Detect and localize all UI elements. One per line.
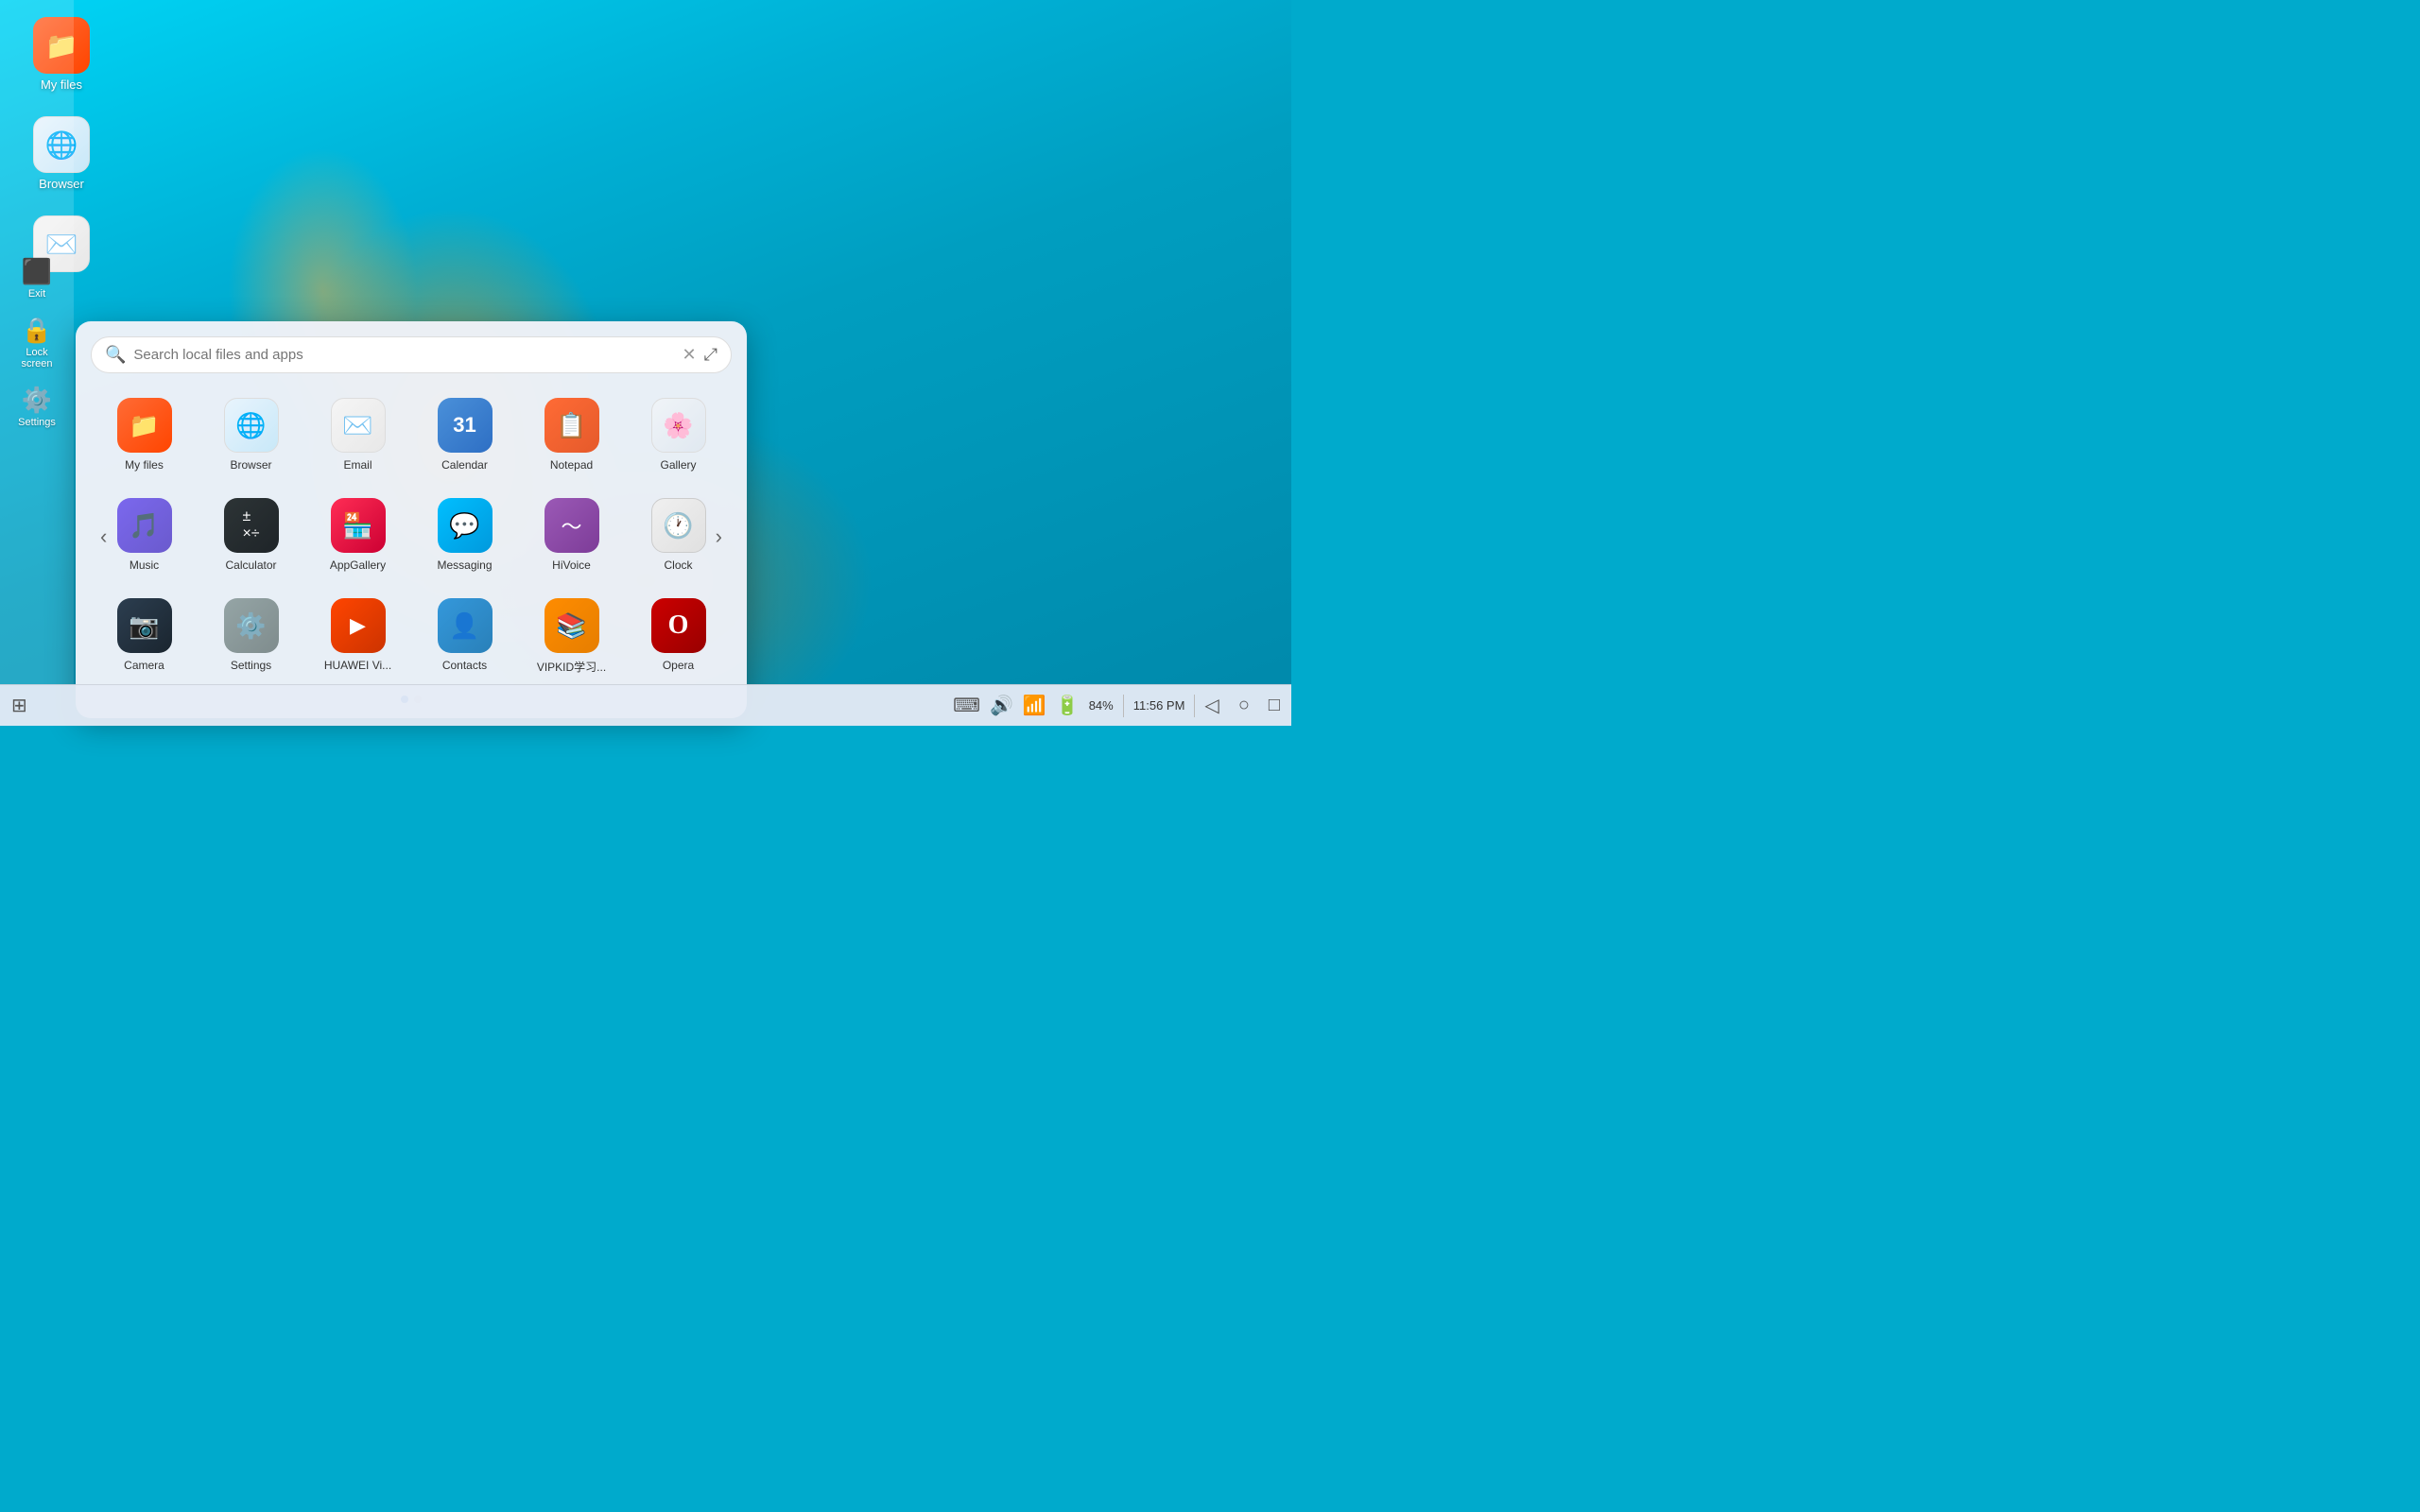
- clock-app-label: Clock: [664, 558, 692, 572]
- battery-icon: 🔋: [1056, 694, 1080, 717]
- app-calendar[interactable]: 31 Calendar: [415, 388, 514, 481]
- app-vipkid[interactable]: 📚 VIPKID学习...: [522, 589, 621, 684]
- camera-app-label: Camera: [124, 659, 164, 672]
- keyboard-icon[interactable]: ⌨: [953, 694, 980, 717]
- calculator-app-icon: ±×÷: [224, 498, 279, 553]
- lockscreen-label: Lock screen: [9, 347, 64, 369]
- app-messaging[interactable]: 💬 Messaging: [415, 489, 514, 581]
- wifi-icon[interactable]: 📶: [1023, 694, 1046, 717]
- grid-icon[interactable]: ⊞: [11, 694, 27, 717]
- browser-app-icon: 🌐: [224, 398, 279, 453]
- taskbar-left: ⊞: [11, 694, 27, 717]
- messaging-app-label: Messaging: [437, 558, 492, 572]
- taskbar-divider: [1123, 695, 1124, 717]
- clock-time: 11:56 PM: [1133, 698, 1185, 713]
- exit-icon: ⬛: [22, 257, 52, 286]
- huawei-video-app-icon: ▶: [331, 598, 386, 653]
- app-calculator[interactable]: ±×÷ Calculator: [201, 489, 301, 581]
- app-myfiles[interactable]: 📁 My files: [95, 388, 194, 481]
- vipkid-app-label: VIPKID学习...: [537, 659, 606, 675]
- dock-lockscreen[interactable]: 🔒 Lock screen: [4, 310, 70, 375]
- taskbar: ⊞ ⌨ 🔊 📶 🔋 84% 11:56 PM ◁ ○ □: [0, 684, 1291, 726]
- contacts-app-label: Contacts: [442, 659, 487, 672]
- back-button[interactable]: ◁: [1204, 694, 1219, 717]
- messaging-app-icon: 💬: [438, 498, 493, 553]
- notepad-app-icon: 📋: [544, 398, 599, 453]
- music-app-label: Music: [130, 558, 159, 572]
- app-grid-row1: 📁 My files 🌐 Browser ✉️ Email 31 Calenda…: [91, 388, 732, 684]
- opera-app-label: Opera: [663, 659, 694, 672]
- browser-app-label: Browser: [230, 458, 271, 472]
- vipkid-app-icon: 📚: [544, 598, 599, 653]
- appgallery-app-label: AppGallery: [330, 558, 386, 572]
- nav-arrow-right[interactable]: ›: [708, 517, 730, 557]
- app-gallery[interactable]: 🌸 Gallery: [629, 388, 728, 481]
- search-icon: 🔍: [105, 345, 126, 365]
- contacts-app-icon: 👤: [438, 598, 493, 653]
- settings-app-label: Settings: [231, 659, 271, 672]
- battery-percent: 84%: [1089, 698, 1114, 713]
- clock-app-icon: 🕐: [651, 498, 706, 553]
- dock-settings[interactable]: ⚙️ Settings: [4, 380, 70, 434]
- calculator-app-label: Calculator: [225, 558, 276, 572]
- app-notepad[interactable]: 📋 Notepad: [522, 388, 621, 481]
- settings-icon-dock: ⚙️: [22, 386, 52, 415]
- exit-label: Exit: [28, 288, 45, 300]
- gallery-app-icon: 🌸: [651, 398, 706, 453]
- home-button[interactable]: ○: [1238, 695, 1250, 716]
- left-dock: ⬛ Exit 🔒 Lock screen ⚙️ Settings: [0, 0, 74, 684]
- myfiles-app-icon: 📁: [117, 398, 172, 453]
- nav-buttons: ◁ ○ □: [1204, 694, 1280, 717]
- settings-app-icon: ⚙️: [224, 598, 279, 653]
- app-email[interactable]: ✉️ Email: [308, 388, 407, 481]
- app-appgallery[interactable]: 🏪 AppGallery: [308, 489, 407, 581]
- hivoice-app-label: HiVoice: [552, 558, 591, 572]
- app-contacts[interactable]: 👤 Contacts: [415, 589, 514, 684]
- volume-icon[interactable]: 🔊: [990, 694, 1013, 717]
- app-huawei-video[interactable]: ▶ HUAWEI Vi...: [308, 589, 407, 684]
- app-hivoice[interactable]: 〜 HiVoice: [522, 489, 621, 581]
- email-app-label: Email: [343, 458, 372, 472]
- opera-app-icon: O: [651, 598, 706, 653]
- gallery-app-label: Gallery: [660, 458, 696, 472]
- huawei-video-app-label: HUAWEI Vi...: [324, 659, 391, 672]
- app-settings[interactable]: ⚙️ Settings: [201, 589, 301, 684]
- expand-search-button[interactable]: ⤢: [704, 345, 717, 365]
- nav-arrow-left[interactable]: ‹: [93, 517, 114, 557]
- app-camera[interactable]: 📷 Camera: [95, 589, 194, 684]
- search-bar: 🔍 ✕ ⤢: [91, 336, 732, 373]
- search-input[interactable]: [133, 347, 682, 363]
- taskbar-divider2: [1194, 695, 1195, 717]
- recent-button[interactable]: □: [1269, 695, 1280, 716]
- appgallery-app-icon: 🏪: [331, 498, 386, 553]
- myfiles-app-label: My files: [125, 458, 164, 472]
- taskbar-right: ⌨ 🔊 📶 🔋 84% 11:56 PM ◁ ○ □: [953, 694, 1280, 717]
- hivoice-app-icon: 〜: [544, 498, 599, 553]
- app-browser[interactable]: 🌐 Browser: [201, 388, 301, 481]
- dock-exit[interactable]: ⬛ Exit: [4, 251, 70, 305]
- lock-icon: 🔒: [22, 316, 52, 345]
- calendar-app-icon: 31: [438, 398, 493, 453]
- music-app-icon: 🎵: [117, 498, 172, 553]
- app-grid-section: ‹ 📁 My files 🌐 Browser ✉️ Email 31 Calen…: [91, 388, 732, 684]
- calendar-app-label: Calendar: [441, 458, 488, 472]
- email-app-icon: ✉️: [331, 398, 386, 453]
- notepad-app-label: Notepad: [550, 458, 593, 472]
- app-drawer: 🔍 ✕ ⤢ ‹ 📁 My files 🌐 Browser ✉️ Email: [76, 321, 747, 718]
- settings-label-dock: Settings: [18, 417, 56, 428]
- camera-app-icon: 📷: [117, 598, 172, 653]
- close-search-button[interactable]: ✕: [683, 345, 697, 365]
- app-opera[interactable]: O Opera: [629, 589, 728, 684]
